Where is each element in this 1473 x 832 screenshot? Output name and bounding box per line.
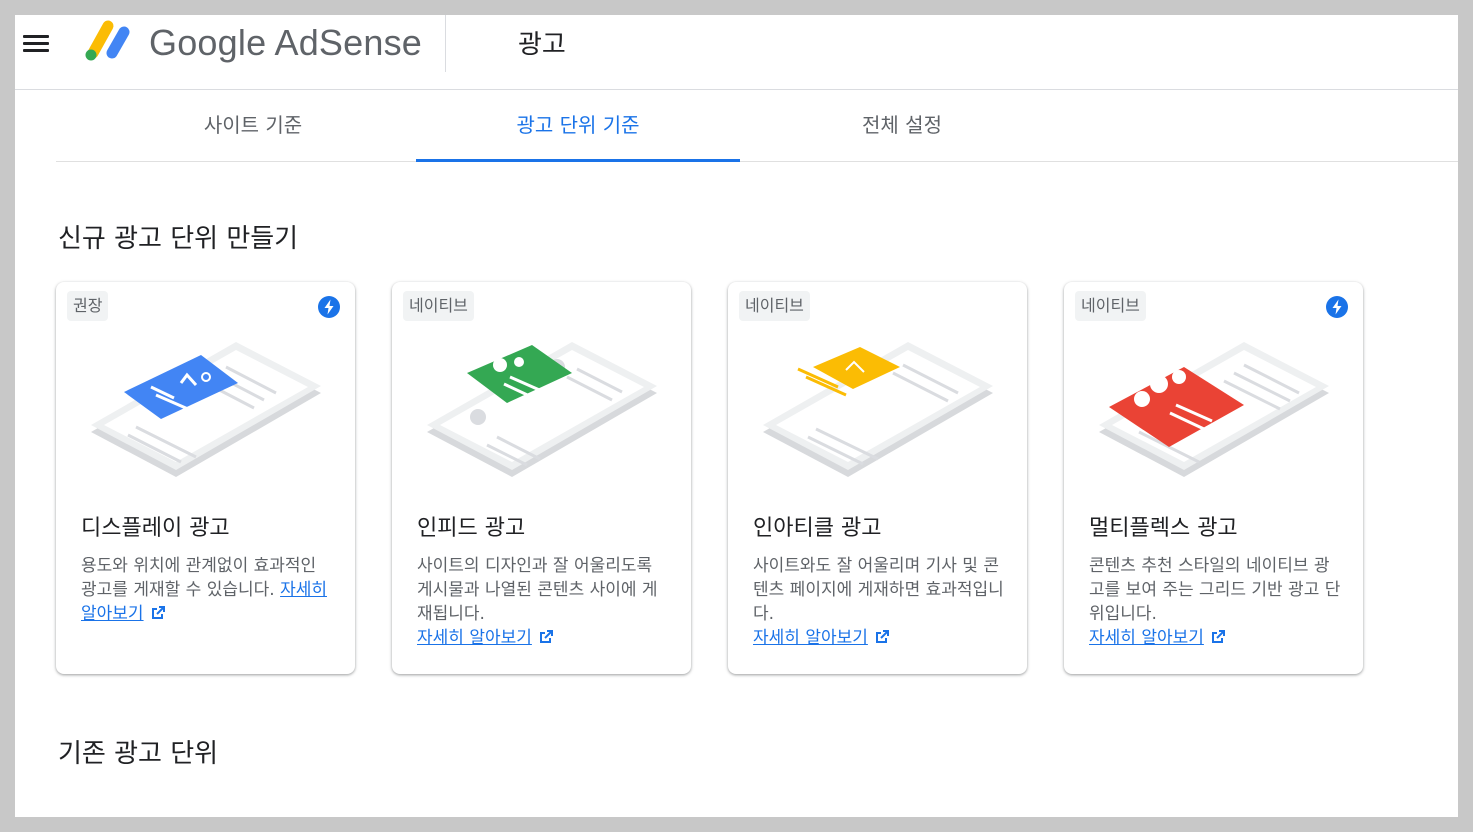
- in-article-ad-illustration: [763, 342, 993, 477]
- card-description-text: 콘텐츠 추천 스타일의 네이티브 광고를 보여 주는 그리드 기반 광고 단위입…: [1089, 556, 1341, 624]
- card-badge: 권장: [67, 291, 109, 321]
- multiplex-ad-illustration: [1099, 342, 1329, 477]
- hamburger-menu-icon[interactable]: [23, 32, 49, 54]
- tab-by-ad-unit[interactable]: 광고 단위 기준: [416, 90, 740, 162]
- card-title: 멀티플렉스 광고: [1089, 516, 1238, 541]
- app-window: Google AdSense 광고 사이트 기준 광고 단위 기준 전체 설정 …: [15, 15, 1458, 817]
- tab-global-settings[interactable]: 전체 설정: [740, 90, 1064, 161]
- card-title: 인아티클 광고: [753, 516, 882, 541]
- open-in-new-icon: [1211, 630, 1225, 643]
- card-badge: 네이티브: [739, 291, 810, 321]
- page-title: 광고: [518, 30, 566, 60]
- display-ad-illustration: [91, 342, 321, 477]
- lightning-bolt-icon: [318, 296, 340, 318]
- new-ad-unit-heading: 신규 광고 단위 만들기: [58, 224, 299, 254]
- card-description-text: 사이트의 디자인과 잘 어울리도록 게시물과 나열된 콘텐츠 사이에 게재됩니다…: [417, 556, 658, 624]
- learn-more-link[interactable]: 자세히 알아보기: [417, 628, 532, 648]
- card-description: 사이트와도 잘 어울리며 기사 및 콘텐츠 페이지에 게재하면 효과적입니다. …: [753, 554, 1008, 650]
- card-description: 용도와 위치에 관계없이 효과적인 광고를 게재할 수 있습니다. 자세히 알아…: [81, 554, 336, 626]
- card-badge: 네이티브: [1075, 291, 1146, 321]
- brand-name: Google AdSense: [149, 22, 423, 63]
- learn-more-link[interactable]: 자세히 알아보기: [753, 628, 868, 648]
- open-in-new-icon: [151, 606, 165, 619]
- adsense-logo-icon: [85, 20, 130, 61]
- card-description: 콘텐츠 추천 스타일의 네이티브 광고를 보여 주는 그리드 기반 광고 단위입…: [1089, 554, 1344, 650]
- top-app-bar: Google AdSense 광고: [15, 15, 1458, 90]
- tab-bar: 사이트 기준 광고 단위 기준 전체 설정: [56, 90, 1458, 162]
- header-divider: [445, 15, 446, 72]
- card-description-text: 사이트와도 잘 어울리며 기사 및 콘텐츠 페이지에 게재하면 효과적입니다.: [753, 556, 1004, 624]
- card-title: 디스플레이 광고: [81, 516, 230, 541]
- open-in-new-icon: [539, 630, 553, 643]
- open-in-new-icon: [875, 630, 889, 643]
- card-description: 사이트의 디자인과 잘 어울리도록 게시물과 나열된 콘텐츠 사이에 게재됩니다…: [417, 554, 672, 650]
- card-in-article-ads[interactable]: 네이티브 인아티클 광고 사이트와도 잘 어울리며 기사 및 콘텐츠 페이지에 …: [728, 282, 1027, 674]
- lightning-bolt-icon: [1326, 296, 1348, 318]
- in-feed-ad-illustration: [427, 342, 657, 477]
- existing-ad-units-heading: 기존 광고 단위: [58, 739, 219, 769]
- card-in-feed-ads[interactable]: 네이티브 인피드 광고 사이트의 디자인과 잘 어울리도록 게시물과 나열된 콘…: [392, 282, 691, 674]
- card-title: 인피드 광고: [417, 516, 526, 541]
- tab-by-site[interactable]: 사이트 기준: [91, 90, 415, 161]
- card-multiplex-ads[interactable]: 네이티브 멀티플렉스 광고 콘텐츠 추천 스타일의 네이티브 광고를 보여 주는…: [1064, 282, 1363, 674]
- learn-more-link[interactable]: 자세히 알아보기: [1089, 628, 1204, 648]
- card-badge: 네이티브: [403, 291, 474, 321]
- card-display-ads[interactable]: 권장 디스플레이 광고 용도와 위치에 관계없이 효과적인 광고를 게재할 수 …: [56, 282, 355, 674]
